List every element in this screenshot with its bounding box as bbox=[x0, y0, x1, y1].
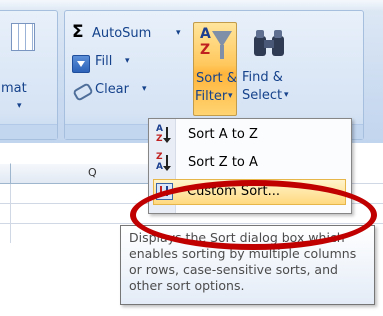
find-select-dropdown-icon: ▾ bbox=[284, 90, 289, 100]
autosum-dropdown-icon: ▾ bbox=[176, 28, 181, 38]
column-header-q[interactable]: Q bbox=[88, 166, 97, 179]
clear-button[interactable]: Clear ▾ bbox=[70, 80, 170, 102]
cells-group-footer bbox=[0, 124, 57, 139]
find-select-label-line1: Find & bbox=[242, 70, 283, 85]
menu-item-sort-a-to-z[interactable]: A Z Sort A to Z bbox=[150, 122, 350, 148]
cells-group: mat ▾ bbox=[0, 10, 58, 140]
sort-filter-label-line1: Sort & bbox=[196, 71, 237, 86]
format-dropdown-icon[interactable]: ▾ bbox=[17, 101, 22, 111]
ribbon-top-strip bbox=[0, 0, 383, 10]
sort-a-to-z-icon: A Z bbox=[156, 124, 174, 144]
sort-z-to-a-icon: Z A bbox=[156, 152, 174, 172]
menu-item-label: Sort Z to A bbox=[188, 155, 258, 170]
grid-line bbox=[0, 223, 383, 224]
clear-label: Clear bbox=[95, 82, 129, 97]
sort-filter-dropdown-icon: ▾ bbox=[228, 91, 233, 101]
find-select-label-line2: Select bbox=[242, 88, 283, 103]
custom-sort-icon bbox=[156, 183, 173, 200]
binoculars-icon bbox=[254, 28, 286, 58]
eraser-icon bbox=[72, 82, 94, 102]
sigma-icon: Σ bbox=[72, 22, 84, 42]
autosum-button[interactable]: Σ AutoSum ▾ bbox=[70, 22, 190, 46]
clear-dropdown-icon: ▾ bbox=[142, 84, 147, 94]
fill-label: Fill bbox=[95, 54, 113, 69]
autosum-label: AutoSum bbox=[92, 26, 152, 41]
fill-dropdown-icon: ▾ bbox=[125, 56, 130, 66]
menu-item-sort-z-to-a[interactable]: Z A Sort Z to A bbox=[150, 150, 350, 176]
find-select-button[interactable]: Find & Select ▾ bbox=[240, 22, 298, 116]
column-divider bbox=[10, 164, 11, 183]
custom-sort-tooltip: Displays the Sort dialog box which enabl… bbox=[120, 225, 375, 305]
sort-filter-icon: A Z bbox=[198, 27, 232, 67]
menu-item-label: Sort A to Z bbox=[188, 127, 258, 142]
format-button-label[interactable]: mat bbox=[1, 81, 27, 96]
format-cells-icon[interactable] bbox=[11, 23, 35, 51]
fill-button[interactable]: Fill ▾ bbox=[70, 52, 150, 74]
menu-item-custom-sort[interactable]: Custom Sort... bbox=[153, 179, 346, 205]
sort-filter-label-line2: Filter bbox=[195, 89, 228, 104]
fill-down-icon bbox=[72, 55, 90, 73]
sort-filter-menu: A Z Sort A to Z Z A Sort Z to A Custom S… bbox=[148, 118, 352, 214]
menu-item-label: Custom Sort... bbox=[187, 184, 280, 199]
tooltip-text: Displays the Sort dialog box which enabl… bbox=[129, 230, 357, 293]
sort-filter-button[interactable]: A Z Sort & Filter ▾ bbox=[193, 22, 237, 116]
